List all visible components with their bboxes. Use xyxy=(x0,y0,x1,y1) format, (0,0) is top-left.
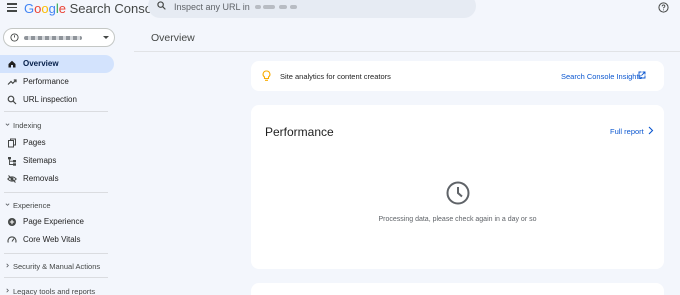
redacted-domain xyxy=(255,5,261,9)
add-circle-icon xyxy=(8,218,16,226)
chevron-right-icon xyxy=(6,288,9,293)
divider xyxy=(134,51,680,52)
sidebar-item-url-inspection[interactable]: URL inspection xyxy=(0,91,114,109)
sidebar-item-removals[interactable]: Removals xyxy=(0,170,114,188)
page-title: Overview xyxy=(151,32,195,44)
speed-icon xyxy=(7,236,17,243)
sidebar-item-page-experience[interactable]: Page Experience xyxy=(0,213,114,231)
sitemap-icon xyxy=(8,157,16,166)
search-icon xyxy=(157,1,166,10)
chevron-down-icon xyxy=(103,36,109,39)
insights-description: Site analytics for content creators xyxy=(280,72,391,81)
next-card xyxy=(251,283,664,295)
search-icon xyxy=(7,95,17,105)
home-icon xyxy=(8,60,16,68)
divider xyxy=(4,192,108,193)
chevron-down-icon xyxy=(5,203,10,206)
section-legacy-tools[interactable]: Legacy tools and reports xyxy=(0,284,114,295)
divider xyxy=(4,277,108,278)
sidebar-item-core-web-vitals[interactable]: Core Web Vitals xyxy=(0,231,114,249)
property-selector[interactable] xyxy=(3,28,115,47)
chevron-right-icon[interactable] xyxy=(647,126,654,135)
search-console-insights-link[interactable]: Search Console Insights xyxy=(561,72,642,81)
insights-card: Site analytics for content creators Sear… xyxy=(251,61,664,91)
chevron-right-icon xyxy=(6,263,9,268)
full-report-link[interactable]: Full report xyxy=(610,127,644,136)
performance-title: Performance xyxy=(265,125,334,139)
section-experience[interactable]: Experience xyxy=(0,198,114,212)
search-console-logo[interactable]: Google Search Console xyxy=(24,1,162,16)
sidebar-item-performance[interactable]: Performance xyxy=(0,73,114,91)
divider xyxy=(4,111,108,112)
redacted-property-name xyxy=(24,36,82,40)
section-indexing[interactable]: Indexing xyxy=(0,118,114,132)
trending-up-icon xyxy=(7,79,17,85)
url-inspect-search[interactable]: Inspect any URL in xyxy=(148,0,476,18)
chevron-down-icon xyxy=(5,123,10,126)
top-bar: Google Search Console Inspect any URL in xyxy=(0,0,680,18)
sidebar-item-sitemaps[interactable]: Sitemaps xyxy=(0,152,114,170)
lightbulb-icon xyxy=(262,70,271,81)
section-security-manual-actions[interactable]: Security & Manual Actions xyxy=(0,259,114,273)
pages-icon xyxy=(8,138,16,148)
property-icon xyxy=(10,33,19,42)
open-in-new-icon[interactable] xyxy=(638,71,646,79)
sidebar-item-overview[interactable]: Overview xyxy=(0,55,114,73)
menu-icon[interactable] xyxy=(7,3,17,12)
search-input[interactable]: Inspect any URL in xyxy=(174,2,250,12)
processing-message: Processing data, please check again in a… xyxy=(378,216,537,223)
visibility-off-icon xyxy=(7,175,17,183)
clock-icon xyxy=(446,181,470,205)
help-icon[interactable] xyxy=(658,2,669,13)
sidebar-item-pages[interactable]: Pages xyxy=(0,134,114,152)
performance-card: Performance Full report Processing data,… xyxy=(251,105,664,269)
divider xyxy=(4,253,108,254)
